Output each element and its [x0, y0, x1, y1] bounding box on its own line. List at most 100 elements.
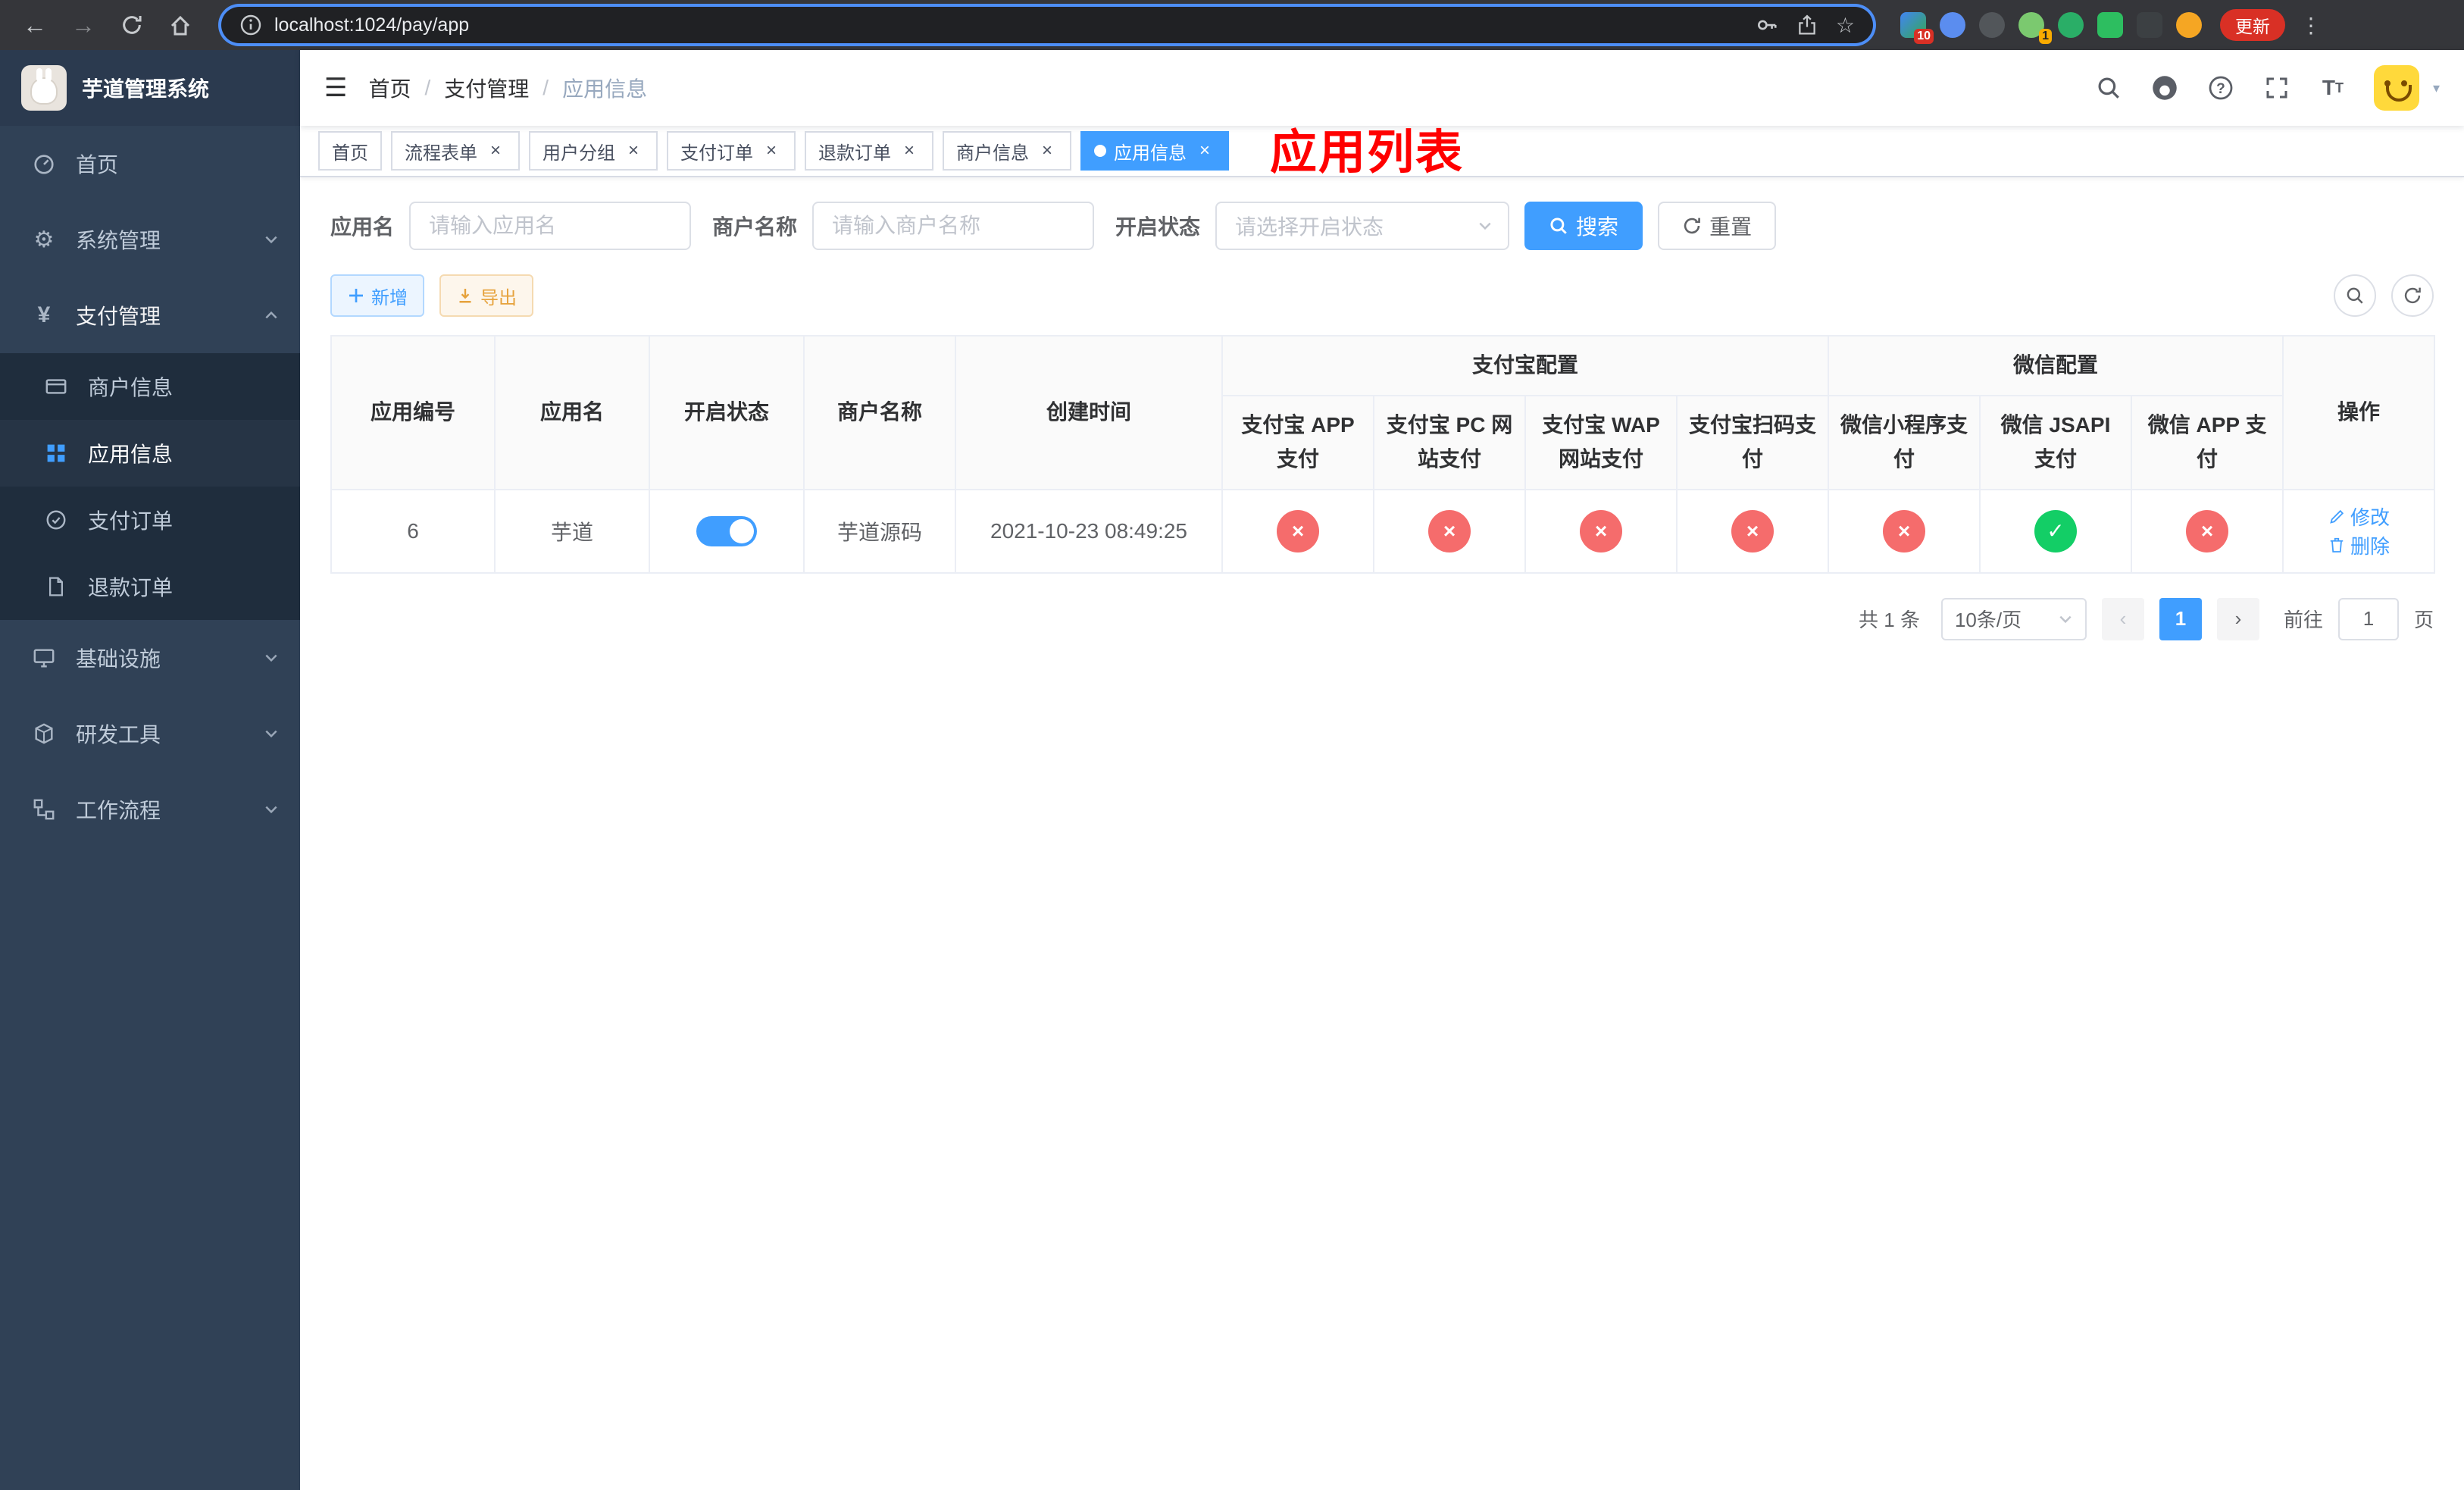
tab-app-info[interactable]: 应用信息 × — [1080, 131, 1229, 171]
extension-puzzle-icon[interactable] — [2137, 12, 2162, 38]
tab-home[interactable]: 首页 — [318, 131, 382, 171]
tab-label: 用户分组 — [543, 142, 615, 164]
sidebar-item-label: 退款订单 — [88, 576, 174, 599]
sidebar-toggle-icon[interactable]: ☰ — [324, 73, 347, 103]
site-info-icon[interactable] — [239, 14, 262, 36]
status-toggle[interactable] — [696, 515, 757, 546]
reload-icon[interactable] — [112, 5, 152, 45]
breadcrumb-home[interactable]: 首页 — [368, 73, 411, 103]
chevron-down-icon — [264, 802, 279, 817]
card-icon — [39, 375, 73, 398]
merchant-name-input[interactable] — [812, 202, 1095, 250]
breadcrumb-payment[interactable]: 支付管理 — [444, 73, 529, 103]
sidebar-item-refund-order[interactable]: 退款订单 — [0, 553, 300, 620]
github-icon[interactable] — [2150, 73, 2180, 103]
cell-wechat-app: × — [2131, 488, 2284, 574]
back-icon[interactable]: ← — [15, 5, 55, 45]
tab-pay-order[interactable]: 支付订单 × — [667, 131, 796, 171]
delete-link[interactable]: 删除 — [2328, 531, 2390, 559]
cell-status — [649, 488, 805, 574]
column-header-merchant: 商户名称 — [803, 334, 956, 490]
extension-icon-3[interactable] — [1979, 12, 2005, 38]
font-size-icon[interactable]: TT — [2318, 73, 2348, 103]
sidebar-logo[interactable]: 芋道管理系统 — [0, 50, 300, 126]
app-name-input[interactable] — [409, 202, 692, 250]
toggle-search-icon[interactable] — [2334, 274, 2376, 317]
chevron-down-icon — [264, 726, 279, 741]
tab-refund-order[interactable]: 退款订单 × — [805, 131, 933, 171]
sidebar: 芋道管理系统 首页 ⚙ 系统管理 ¥ 支付管理 商户信息 应用信息 支付订单 退… — [0, 50, 300, 1490]
page-title: 应用列表 — [1269, 127, 1465, 179]
page-number-1[interactable]: 1 — [2159, 597, 2202, 640]
refresh-table-icon[interactable] — [2391, 274, 2434, 317]
home-icon[interactable] — [161, 5, 200, 45]
tab-close-icon[interactable]: × — [761, 140, 782, 161]
sidebar-item-merchant-info[interactable]: 商户信息 — [0, 353, 300, 420]
cube-icon — [27, 722, 61, 745]
goto-page-input[interactable] — [2337, 597, 2399, 640]
search-icon[interactable] — [2093, 73, 2124, 103]
toolbar-right — [2334, 274, 2434, 317]
sidebar-item-system[interactable]: ⚙ 系统管理 — [0, 202, 300, 277]
reset-button[interactable]: 重置 — [1658, 202, 1777, 250]
sidebar-item-label: 基础设施 — [76, 647, 161, 671]
tab-close-icon[interactable]: × — [1037, 140, 1058, 161]
sidebar-item-pay-order[interactable]: 支付订单 — [0, 487, 300, 553]
extension-icon-6[interactable] — [2097, 12, 2123, 38]
sidebar-item-label: 系统管理 — [76, 229, 161, 252]
navbar-actions: ? TT ▾ — [2093, 65, 2440, 111]
status-select[interactable]: 请选择开启状态 — [1215, 202, 1510, 250]
extension-icon-1[interactable]: 10 — [1900, 12, 1934, 44]
status-select-placeholder: 请选择开启状态 — [1235, 215, 1384, 239]
user-caret-icon[interactable]: ▾ — [2433, 80, 2440, 96]
forward-icon[interactable]: → — [64, 5, 103, 45]
export-button[interactable]: 导出 — [439, 274, 533, 317]
tab-close-icon[interactable]: × — [899, 140, 920, 161]
browser-update-button[interactable]: 更新 — [2220, 9, 2285, 41]
cell-alipay-qr: × — [1675, 488, 1830, 574]
cell-wechat-mini: × — [1828, 488, 1981, 574]
bookmark-star-icon[interactable]: ☆ — [1836, 13, 1855, 38]
sidebar-item-devtools[interactable]: 研发工具 — [0, 696, 300, 772]
sidebar-item-payment[interactable]: ¥ 支付管理 — [0, 277, 300, 353]
extension-icon-2[interactable] — [1940, 12, 1965, 38]
fullscreen-icon[interactable] — [2262, 73, 2292, 103]
sidebar-item-home[interactable]: 首页 — [0, 126, 300, 202]
svg-text:?: ? — [2216, 81, 2225, 97]
cell-wechat-jsapi: ✓ — [1979, 488, 2133, 574]
share-icon[interactable] — [1796, 14, 1818, 36]
extension-icon-5[interactable] — [2058, 12, 2084, 38]
edit-link[interactable]: 修改 — [2328, 502, 2390, 531]
merchant-name-label: 商户名称 — [712, 215, 798, 239]
add-button-label: 新增 — [371, 287, 408, 308]
add-button[interactable]: 新增 — [330, 274, 424, 317]
status-cross-icon: × — [1428, 509, 1471, 552]
column-header-alipay-wap: 支付宝 WAP 网站支付 — [1524, 394, 1678, 490]
status-cross-icon: × — [1883, 509, 1926, 552]
sidebar-item-workflow[interactable]: 工作流程 — [0, 772, 300, 847]
page-size-select[interactable]: 10条/页 — [1940, 597, 2087, 640]
tab-user-group[interactable]: 用户分组 × — [529, 131, 658, 171]
tab-merchant-info[interactable]: 商户信息 × — [943, 131, 1071, 171]
cell-created: 2021-10-23 08:49:25 — [955, 488, 1223, 574]
tab-close-icon[interactable]: × — [623, 140, 644, 161]
browser-menu-icon[interactable]: ⋮ — [2294, 13, 2328, 38]
search-form: 应用名 商户名称 开启状态 请选择开启状态 — [330, 202, 2434, 250]
tab-process-form[interactable]: 流程表单 × — [391, 131, 520, 171]
sidebar-item-label: 研发工具 — [76, 723, 161, 747]
help-icon[interactable]: ? — [2206, 73, 2236, 103]
active-tab-dot — [1094, 145, 1106, 157]
sidebar-item-infra[interactable]: 基础设施 — [0, 620, 300, 696]
tab-close-icon[interactable]: × — [485, 140, 506, 161]
extension-icon-4[interactable]: 1 — [2018, 12, 2052, 44]
tab-close-icon[interactable]: × — [1194, 140, 1215, 161]
extension-icon-8[interactable] — [2176, 12, 2202, 38]
address-bar[interactable]: localhost:1024/pay/app ☆ — [221, 7, 1873, 43]
password-key-icon[interactable] — [1756, 14, 1778, 36]
sidebar-item-app-info[interactable]: 应用信息 — [0, 420, 300, 487]
sidebar-item-label: 首页 — [76, 153, 119, 177]
prev-page-button[interactable]: ‹ — [2101, 597, 2144, 640]
user-avatar[interactable] — [2373, 65, 2419, 111]
search-button[interactable]: 搜索 — [1524, 202, 1643, 250]
next-page-button[interactable]: › — [2216, 597, 2259, 640]
